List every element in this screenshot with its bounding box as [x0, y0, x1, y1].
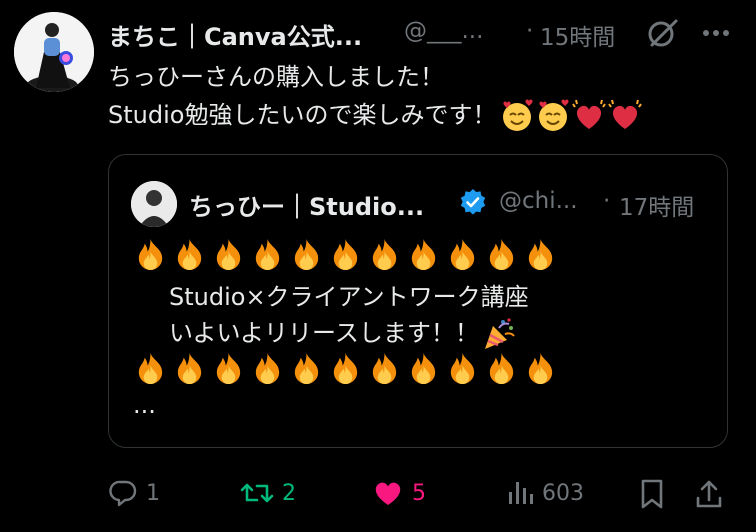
fire-icon	[294, 238, 319, 271]
fire-icon	[450, 352, 475, 385]
heart-icon	[375, 482, 401, 505]
emoji-row	[500, 99, 643, 133]
like-button[interactable]: 5	[372, 478, 426, 508]
quoted-timestamp[interactable]: 17時間	[619, 188, 694, 222]
beating-heart-icon	[572, 99, 607, 129]
party-popper-icon	[484, 318, 515, 349]
tweet-text-line-1: ちっひーさんの購入しました！	[108, 63, 444, 91]
retweet-icon	[240, 483, 274, 503]
retweet-count: 2	[282, 480, 296, 506]
grok-icon[interactable]	[646, 16, 680, 50]
bookmark-button[interactable]	[638, 478, 666, 510]
quoted-tweet[interactable]: ちっひー｜Studio... @chi... · 17時間 Studio×クライ…	[108, 154, 728, 448]
smiling-face-with-hearts-icon	[539, 99, 570, 131]
tweet-text-line-2: Studio勉強したいので楽しみです！	[108, 96, 643, 134]
quoted-text-line-1: Studio×クライアントワーク講座	[169, 283, 529, 311]
fire-icon	[216, 352, 241, 385]
views-count: 603	[542, 480, 584, 506]
analytics-icon	[509, 482, 533, 504]
fire-icon	[294, 352, 319, 385]
quoted-author-handle[interactable]: @chi...	[499, 188, 578, 214]
beating-heart-icon	[608, 99, 643, 129]
quoted-author-avatar[interactable]	[131, 181, 177, 227]
fire-icon	[489, 238, 514, 271]
fire-icon	[372, 238, 397, 271]
tweet-text: ちっひーさんの購入しました！ Studio勉強したいので楽しみです！	[108, 58, 643, 134]
reply-button[interactable]: 1	[108, 478, 160, 508]
fire-icon	[411, 238, 436, 271]
author-avatar[interactable]	[14, 12, 94, 92]
like-count: 5	[412, 480, 426, 506]
bookmark-icon	[641, 479, 663, 509]
author-handle[interactable]: @___...	[404, 18, 483, 44]
fire-icon	[138, 352, 163, 385]
verified-badge-icon	[459, 188, 487, 216]
timestamp[interactable]: 15時間	[540, 18, 615, 52]
fire-icon	[333, 238, 358, 271]
reply-count: 1	[146, 480, 160, 506]
fire-icon	[528, 352, 553, 385]
fire-icon	[216, 238, 241, 271]
smiling-face-with-hearts-icon	[503, 99, 534, 131]
reply-icon	[109, 480, 137, 507]
fire-icon	[372, 352, 397, 385]
tweet-actions: 1 2 5 603	[0, 470, 756, 516]
quoted-separator-dot: ·	[603, 188, 611, 214]
fire-emoji-row	[133, 237, 558, 272]
tweet[interactable]: まちこ｜Canva公式... @___... · 15時間 ちっひーさんの購入し…	[0, 0, 756, 532]
author-name[interactable]: まちこ｜Canva公式...	[108, 17, 362, 52]
more-options-icon[interactable]	[698, 16, 734, 50]
tweet-text-line-2-text: Studio勉強したいので楽しみです！	[108, 101, 497, 129]
quoted-text-line-2-text: いよいよリリースします！！	[169, 319, 479, 347]
fire-icon	[177, 352, 202, 385]
quoted-text-ellipsis: ...	[133, 391, 156, 419]
fire-icon	[528, 238, 553, 271]
fire-icon	[489, 352, 514, 385]
fire-icon	[450, 238, 475, 271]
fire-icon	[138, 238, 163, 271]
retweet-button[interactable]: 2	[240, 478, 296, 508]
fire-icon	[411, 352, 436, 385]
quoted-author-name[interactable]: ちっひー｜Studio...	[189, 187, 424, 222]
fire-icon	[255, 352, 280, 385]
fire-icon	[333, 352, 358, 385]
share-button[interactable]	[694, 478, 724, 510]
quoted-text-line-2: いよいよリリースします！！	[169, 313, 517, 352]
views-button[interactable]: 603	[506, 478, 584, 508]
fire-icon	[177, 238, 202, 271]
separator-dot: ·	[526, 18, 534, 44]
share-icon	[696, 480, 722, 508]
fire-emoji-row	[133, 351, 558, 386]
tweet-header: まちこ｜Canva公式... @___... · 15時間	[108, 12, 748, 52]
fire-icon	[255, 238, 280, 271]
